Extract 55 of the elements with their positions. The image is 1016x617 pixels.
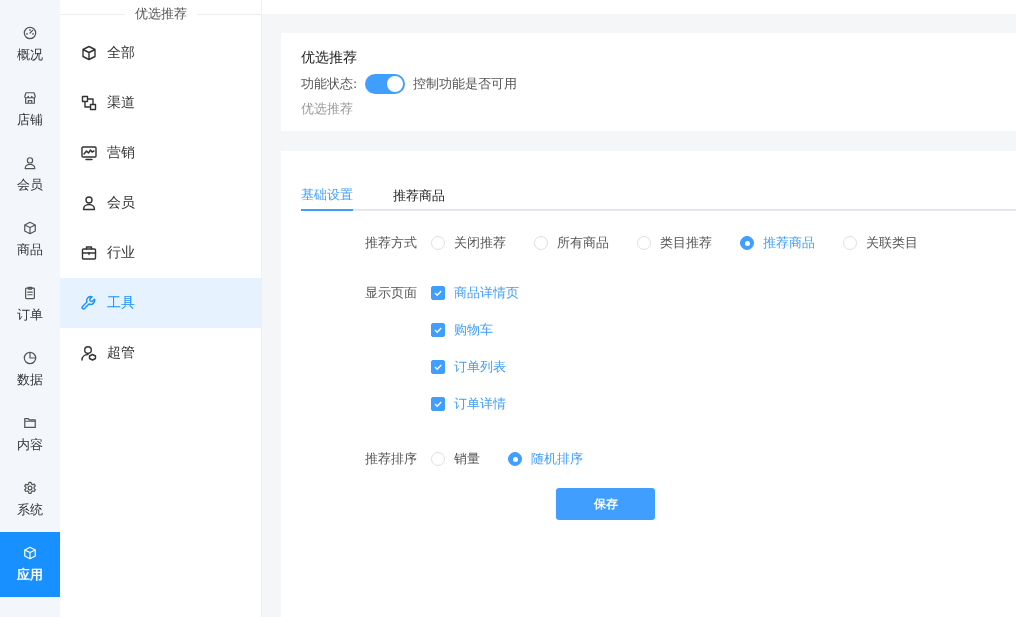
- tab[interactable]: 推荐商品: [393, 181, 445, 211]
- store-icon: [23, 90, 37, 105]
- check-icon: [433, 325, 443, 335]
- field-label: 推荐方式: [365, 234, 418, 252]
- checkbox[interactable]: [431, 323, 445, 337]
- radio-option[interactable]: 销量: [431, 447, 480, 471]
- folder-icon: [23, 415, 37, 430]
- check-icon: [433, 399, 443, 409]
- radio-option[interactable]: 类目推荐: [637, 231, 712, 255]
- checkbox[interactable]: [431, 286, 445, 300]
- submenu-title: 优选推荐: [134, 5, 187, 23]
- user-shield-icon: [81, 345, 97, 361]
- feature-title: 优选推荐: [301, 49, 358, 67]
- radio-button[interactable]: [508, 452, 522, 466]
- settings-icon: [23, 480, 37, 495]
- menu-item[interactable]: 渠道: [60, 78, 261, 128]
- menu-item[interactable]: 行业: [60, 228, 261, 278]
- menu-item[interactable]: 全部: [60, 28, 261, 78]
- menu-item[interactable]: 会员: [60, 178, 261, 228]
- toggle-switch[interactable]: [365, 74, 406, 94]
- radio-option[interactable]: 关联类目: [843, 231, 918, 255]
- field-label: 显示页面: [365, 284, 418, 302]
- monitor-chart-icon: [81, 145, 97, 161]
- linked-squares-icon: [81, 95, 97, 111]
- radio-button[interactable]: [740, 236, 754, 250]
- field-label: 推荐排序: [365, 450, 418, 468]
- nav-item[interactable]: 订单: [0, 272, 60, 337]
- radio-option[interactable]: 所有商品: [534, 231, 609, 255]
- status-label: 功能状态:: [301, 75, 358, 93]
- checkbox[interactable]: [431, 397, 445, 411]
- pie-chart-icon: [23, 350, 37, 365]
- user-icon: [81, 195, 97, 211]
- clipboard-icon: [23, 285, 37, 300]
- nav-item[interactable]: 店铺: [0, 77, 60, 142]
- nav-item[interactable]: 系统: [0, 467, 60, 532]
- menu-item[interactable]: 营销: [60, 128, 261, 178]
- wrench-icon: [81, 295, 97, 311]
- cube-icon: [23, 220, 37, 235]
- toolbox-icon: [81, 245, 97, 261]
- nav-item[interactable]: 内容: [0, 402, 60, 467]
- cube-icon: [23, 545, 37, 560]
- cube-icon: [81, 45, 97, 61]
- nav-item[interactable]: 概况: [0, 12, 60, 77]
- user-icon: [23, 155, 37, 170]
- checkbox[interactable]: [431, 360, 445, 374]
- nav-item[interactable]: 会员: [0, 142, 60, 207]
- gauge-icon: [23, 25, 37, 40]
- feature-description: 优选推荐: [301, 101, 354, 118]
- check-icon: [433, 288, 443, 298]
- check-icon: [433, 362, 443, 372]
- menu-item[interactable]: 超管: [60, 328, 261, 378]
- nav-item[interactable]: 数据: [0, 337, 60, 402]
- status-hint: 控制功能是否可用: [413, 75, 518, 93]
- nav-item[interactable]: 商品: [0, 207, 60, 272]
- radio-option[interactable]: 关闭推荐: [431, 231, 506, 255]
